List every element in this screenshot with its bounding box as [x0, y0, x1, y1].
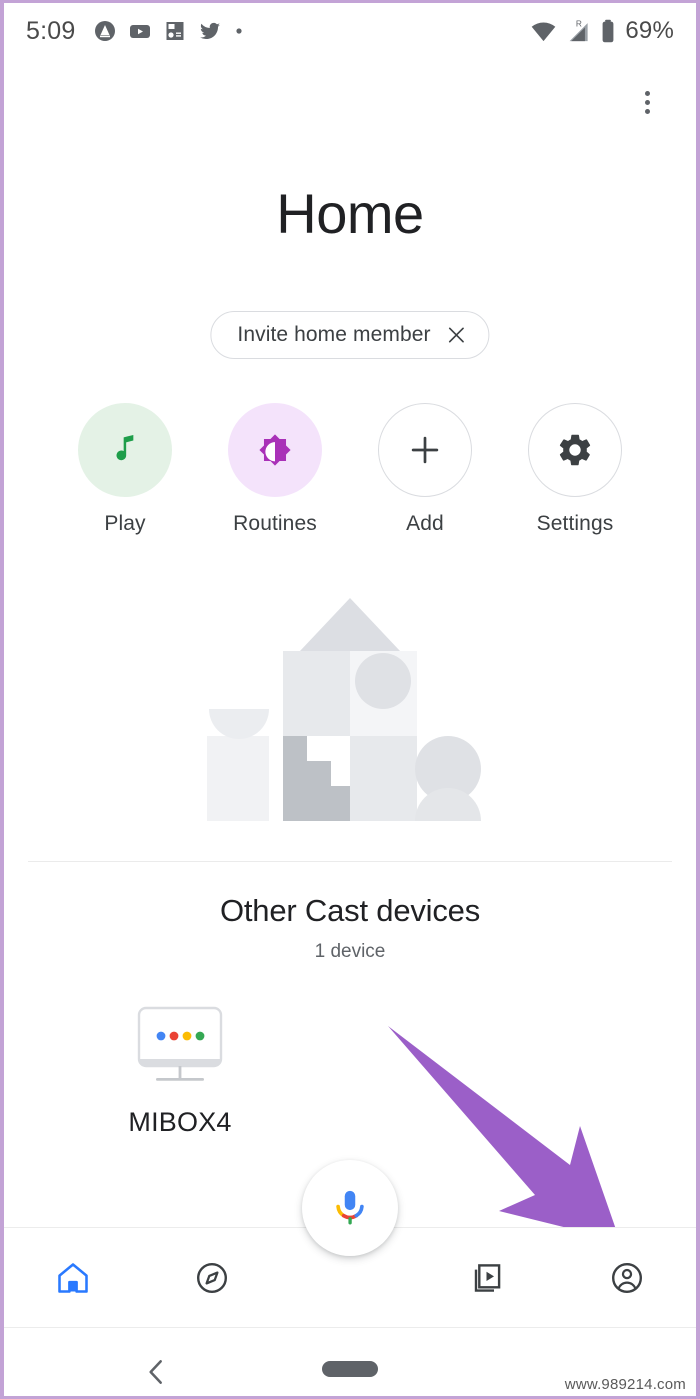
- status-bar-clock: 5:09: [26, 16, 76, 45]
- action-settings-circle[interactable]: [528, 403, 622, 497]
- action-routines-label: Routines: [233, 512, 317, 535]
- section-divider: [28, 861, 672, 862]
- action-add-label: Add: [406, 512, 444, 535]
- account-icon: [611, 1262, 642, 1293]
- action-add-circle[interactable]: [378, 403, 472, 497]
- action-play[interactable]: Play: [76, 403, 175, 536]
- page-title: Home: [276, 182, 424, 245]
- cast-section-title: Other Cast devices: [219, 893, 480, 928]
- gear-icon: [559, 434, 591, 466]
- plus-icon: [411, 436, 439, 464]
- cast-tv-icon: [137, 1006, 223, 1081]
- cast-device-label: MIBOX4: [128, 1107, 232, 1137]
- nav-media[interactable]: [419, 1228, 557, 1327]
- nav-explore[interactable]: [142, 1228, 280, 1327]
- brightness-icon: [259, 434, 291, 466]
- overflow-dot-icon: [644, 108, 650, 114]
- overflow-dot-icon: [644, 99, 650, 105]
- phone-screen: 5:09 R 69% Home Invite home member Play …: [4, 3, 696, 1396]
- action-play-circle[interactable]: [78, 403, 172, 497]
- close-icon[interactable]: [447, 325, 467, 345]
- nav-home[interactable]: [4, 1228, 142, 1327]
- annotation-arrow-icon: [388, 1026, 620, 1241]
- notification-icons: [93, 19, 245, 43]
- action-play-label: Play: [104, 512, 146, 535]
- home-icon: [58, 1262, 88, 1293]
- status-bar-indicators: R 69%: [530, 17, 674, 45]
- twitter-icon: [200, 22, 221, 40]
- nav-account[interactable]: [558, 1228, 696, 1327]
- system-navigation-bar: www.989214.com: [4, 1327, 696, 1396]
- invite-chip-label: Invite home member: [237, 323, 431, 346]
- action-routines[interactable]: Routines: [226, 403, 325, 536]
- youtube-icon: [130, 25, 151, 38]
- empty-home-illustration: [207, 598, 481, 821]
- battery-icon: [602, 19, 614, 42]
- google-assistant-mic-icon: [336, 1190, 364, 1225]
- action-add[interactable]: Add: [376, 403, 475, 536]
- music-note-icon: [116, 435, 134, 461]
- action-settings[interactable]: Settings: [526, 403, 625, 536]
- overflow-menu-button[interactable]: [624, 79, 670, 125]
- svg-text:R: R: [576, 18, 582, 28]
- cast-section-subtitle: 1 device: [314, 941, 386, 962]
- compass-icon: [196, 1262, 227, 1293]
- home-pill-indicator[interactable]: [322, 1361, 378, 1377]
- phone-frame: 5:09 R 69% Home Invite home member Play …: [0, 0, 700, 1399]
- quick-actions-row: Play Routines Add Settings: [4, 403, 696, 536]
- media-icon: [475, 1263, 501, 1292]
- media-file-icon: [166, 22, 184, 40]
- app-badge-icon: [95, 21, 116, 41]
- battery-percentage: 69%: [625, 17, 674, 44]
- cellular-roaming-icon: R: [569, 18, 588, 41]
- assistant-fab[interactable]: [302, 1160, 398, 1256]
- more-notifications-dot-icon: [236, 28, 243, 34]
- wifi-icon: [532, 22, 556, 41]
- cast-device-item[interactable]: MIBOX4: [128, 1003, 232, 1138]
- status-bar: 5:09 R 69%: [4, 3, 696, 59]
- action-settings-label: Settings: [536, 512, 614, 535]
- overflow-dot-icon: [644, 90, 650, 96]
- watermark: www.989214.com: [564, 1376, 686, 1393]
- action-routines-circle[interactable]: [228, 403, 322, 497]
- invite-home-member-chip[interactable]: Invite home member: [210, 311, 490, 359]
- chevron-left-icon[interactable]: [140, 1356, 172, 1388]
